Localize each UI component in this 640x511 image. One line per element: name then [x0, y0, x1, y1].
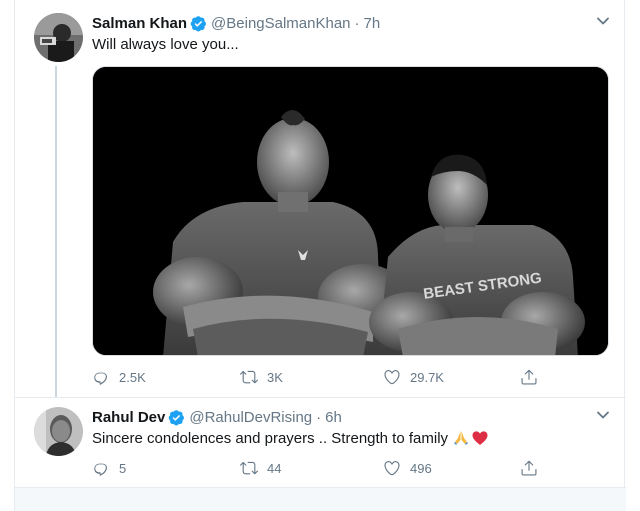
- author-handle[interactable]: @BeingSalmanKhan: [211, 15, 350, 32]
- chevron-down-icon[interactable]: [596, 14, 610, 28]
- share-button[interactable]: [520, 368, 538, 386]
- share-button[interactable]: [520, 459, 538, 477]
- reply-icon: [94, 372, 107, 385]
- tweet-photo[interactable]: BEAST STRONG: [92, 66, 609, 356]
- avatar-photo-icon: [34, 407, 83, 456]
- reply-count: 2.5K: [119, 369, 146, 385]
- tweet-header: Salman Khan @BeingSalmanKhan · 7h: [92, 13, 380, 33]
- like-button[interactable]: 496: [383, 459, 432, 477]
- separator-dot: ·: [354, 14, 360, 32]
- timeline-footer: [15, 487, 626, 511]
- tweet-text: Will always love you...: [92, 36, 239, 53]
- avatar-photo-icon: [34, 13, 83, 62]
- thread-line: [55, 66, 57, 397]
- tweet-actions: 2.5K 3K 29.7K: [92, 368, 537, 388]
- avatar[interactable]: [34, 407, 83, 456]
- timeline-column: Salman Khan @BeingSalmanKhan · 7h Will a…: [14, 0, 626, 511]
- tweet-header: Rahul Dev @RahulDevRising · 6h: [92, 407, 342, 427]
- like-count: 29.7K: [410, 369, 444, 385]
- like-count: 496: [410, 460, 432, 476]
- retweet-button[interactable]: 44: [240, 459, 281, 477]
- retweet-button[interactable]: 3K: [240, 368, 283, 386]
- author-name[interactable]: Rahul Dev: [92, 409, 165, 426]
- tweet-text-row: Sincere condolences and prayers .. Stren…: [92, 429, 489, 447]
- tweet-text: Sincere condolences and prayers .. Stren…: [92, 429, 449, 447]
- avatar[interactable]: [34, 13, 83, 62]
- retweet-count: 44: [267, 460, 282, 476]
- media-photo-icon: BEAST STRONG: [93, 67, 608, 355]
- reply-button[interactable]: 2.5K: [92, 368, 146, 386]
- folded-hands-icon: [452, 429, 470, 447]
- share-icon: [521, 369, 537, 385]
- verified-badge-icon: [168, 409, 185, 426]
- tweet[interactable]: Salman Khan @BeingSalmanKhan · 7h Will a…: [15, 0, 626, 397]
- chevron-down-icon[interactable]: [596, 408, 610, 422]
- author-name[interactable]: Salman Khan: [92, 15, 187, 32]
- timestamp[interactable]: 6h: [325, 409, 342, 426]
- red-heart-icon: [471, 429, 489, 447]
- reply-count: 5: [119, 460, 127, 476]
- retweet-icon: [240, 461, 258, 475]
- timestamp[interactable]: 7h: [364, 15, 381, 32]
- retweet-icon: [240, 370, 258, 384]
- author-handle[interactable]: @RahulDevRising: [189, 409, 312, 426]
- separator-dot: ·: [316, 408, 322, 426]
- tweet-actions: 5 44 496: [92, 459, 537, 479]
- reply-button[interactable]: 5: [92, 459, 126, 477]
- retweet-count: 3K: [267, 369, 283, 385]
- tweet[interactable]: Rahul Dev @RahulDevRising · 6h Sincere c…: [15, 397, 626, 487]
- like-button[interactable]: 29.7K: [383, 368, 444, 386]
- heart-icon: [384, 370, 400, 385]
- reply-icon: [94, 463, 107, 476]
- share-icon: [521, 460, 537, 476]
- heart-icon: [384, 461, 400, 476]
- verified-badge-icon: [190, 15, 207, 32]
